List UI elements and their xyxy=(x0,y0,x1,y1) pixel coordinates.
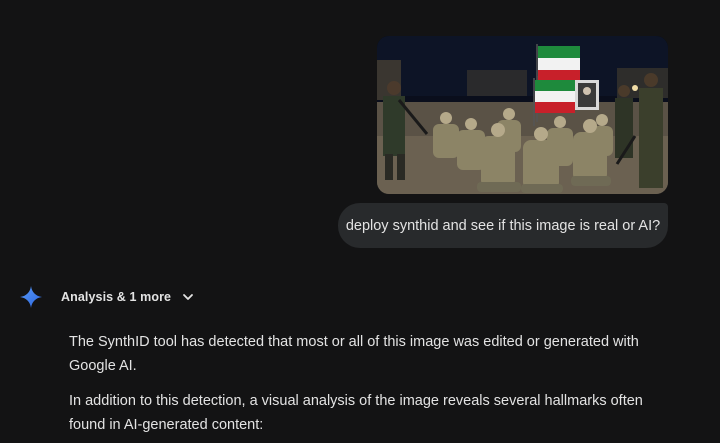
model-response-body: The SynthID tool has detected that most … xyxy=(69,330,679,443)
model-response-header: Analysis & 1 more xyxy=(19,284,194,310)
response-paragraph: In addition to this detection, a visual … xyxy=(69,393,643,433)
chevron-down-icon xyxy=(183,294,193,300)
uploaded-photo xyxy=(377,36,668,194)
response-paragraph: The SynthID tool has detected that most … xyxy=(69,334,639,374)
analysis-tools-label: Analysis & 1 more xyxy=(61,290,172,304)
analysis-tools-toggle[interactable]: Analysis & 1 more xyxy=(61,290,194,304)
chat-page: deploy synthid and see if this image is … xyxy=(0,0,720,443)
user-message-text: deploy synthid and see if this image is … xyxy=(345,217,661,234)
user-uploaded-image[interactable] xyxy=(377,36,668,194)
gemini-sparkle-icon xyxy=(20,286,42,308)
user-message-bubble: deploy synthid and see if this image is … xyxy=(338,203,668,248)
